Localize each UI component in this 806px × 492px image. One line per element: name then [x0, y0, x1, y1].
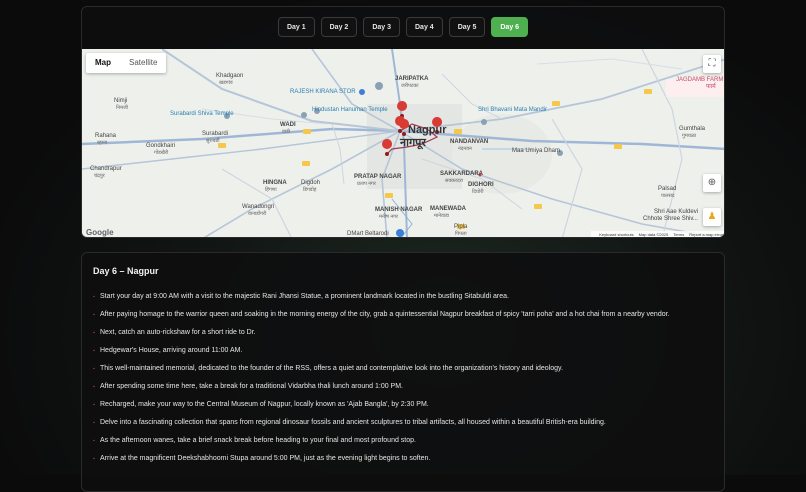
map-label: HINGNA — [263, 180, 287, 186]
tab-day-2[interactable]: Day 2 — [320, 17, 358, 37]
map-label: NANDANVAN — [450, 139, 489, 145]
list-item: Hedgewar's House, arriving around 11:00 … — [93, 344, 713, 357]
map-label: Gondkhairi — [146, 143, 176, 149]
map-label: Khadgaon — [216, 73, 244, 79]
map-label: Chhote Shree Shiv... — [643, 216, 698, 222]
tab-day-1[interactable]: Day 1 — [277, 17, 315, 37]
map-label: सक्करदरा — [445, 178, 463, 184]
map-label: रहाना — [97, 140, 108, 146]
map-label: दिघोरी — [472, 189, 484, 195]
map-label: Maa Umiya Dham — [512, 148, 561, 154]
map-label: निमजी — [116, 105, 129, 111]
map-label: JARIPATKA — [395, 76, 429, 82]
map-label: पिपला — [455, 231, 467, 237]
map-label: मानेवाडा — [434, 213, 450, 219]
map-label: पालसद — [661, 193, 675, 199]
list-item: Delve into a fascinating collection that… — [93, 416, 713, 429]
map-data-label: Map data ©2025 — [638, 232, 669, 237]
map-label: Shri Bhavani Mata Mandir — [478, 107, 548, 113]
map-label: फार्म — [706, 84, 716, 90]
pegman-icon[interactable]: ♟ — [703, 208, 721, 226]
route-map[interactable]: Map Satellite ⛶ ⊕ ♟ Khadgaon खडगांव Nimji… — [82, 49, 724, 237]
day-tabs: Day 1 Day 2 Day 3 Day 4 Day 5 Day 6 — [82, 17, 724, 37]
map-attribution: Keyboard shortcuts Map data ©2025 Terms Rep… — [591, 231, 724, 237]
map-label: वानाडोंगरी — [248, 211, 267, 217]
map-type-satellite-button[interactable]: Satellite — [120, 53, 166, 73]
map-label: Shri Aae Kuldevi — [654, 209, 699, 215]
map-label: DMart Beltarodi — [347, 231, 389, 237]
list-item: As the afternoon wanes, take a brief sna… — [93, 434, 713, 447]
itinerary-card: Day 6 – Nagpur Start your day at 9:00 AM… — [81, 252, 725, 492]
map-label: MANEWADA — [430, 206, 466, 212]
day-planner-card: Day 1 Day 2 Day 3 Day 4 Day 5 Day 6 Map … — [81, 6, 725, 238]
map-city-label-nagpur-hi: नागपूर — [400, 137, 426, 149]
map-city-label-nagpur: Nagpur — [408, 124, 447, 136]
keyboard-shortcuts-link[interactable]: Keyboard shortcuts — [599, 232, 633, 237]
list-item: Start your day at 9:00 AM with a visit t… — [93, 290, 713, 303]
map-type-control: Map Satellite — [86, 53, 167, 73]
itinerary-list: Start your day at 9:00 AM with a visit t… — [93, 290, 713, 471]
tab-day-5[interactable]: Day 5 — [448, 17, 486, 37]
map-label: DIGHORI — [468, 182, 494, 188]
itinerary-title: Day 6 – Nagpur — [93, 266, 159, 276]
report-map-error-link[interactable]: Report a map error — [689, 232, 723, 237]
map-label: डिगडोह — [303, 187, 317, 193]
map-label: मनीष नगर — [379, 214, 398, 220]
map-label: वाडी — [282, 129, 291, 135]
map-label: Rahana — [95, 133, 117, 139]
map-pan-control-icon[interactable]: ⊕ — [703, 174, 721, 192]
google-logo: Google — [86, 228, 114, 237]
map-label: Digdoh — [301, 180, 321, 186]
map-label: Surabardi Shiva Temple — [170, 111, 234, 117]
map-label: खडगांव — [219, 80, 233, 86]
list-item: After spending some time here, take a br… — [93, 380, 713, 393]
map-label: RAJESH KIRANA STOR — [290, 89, 356, 95]
fullscreen-icon[interactable]: ⛶ — [703, 55, 721, 73]
list-item: Arrive at the magnificent Deekshabhoomi … — [93, 452, 713, 465]
map-label: नंदनवन — [458, 146, 472, 152]
map-label: जरीपटका — [401, 83, 419, 89]
map-label: Nimji — [114, 98, 128, 104]
map-label: JAGDAMB FARM — [676, 77, 724, 83]
map-label: सुराबर्डी — [206, 138, 220, 144]
map-label: Hindustan Hanuman Temple — [312, 107, 388, 113]
map-label: Surabardi — [202, 131, 229, 137]
map-label: गुमथळा — [682, 133, 697, 139]
map-label: Chandrapur — [90, 166, 122, 172]
map-label: Gumthala — [679, 126, 706, 132]
map-label: गोंडखैरी — [154, 150, 169, 156]
list-item: Next, catch an auto-rickshaw for a short… — [93, 326, 713, 339]
map-type-map-button[interactable]: Map — [86, 53, 120, 73]
tab-day-3[interactable]: Day 3 — [363, 17, 400, 37]
tab-day-6[interactable]: Day 6 — [491, 17, 529, 37]
map-label: Wanadongri — [242, 204, 275, 210]
map-label: WADI — [280, 122, 296, 128]
tab-day-4[interactable]: Day 4 — [406, 17, 443, 37]
list-item: This well-maintained memorial, dedicated… — [93, 362, 713, 375]
map-label: Pipla — [454, 224, 468, 230]
list-item: After paying homage to the warrior queen… — [93, 308, 713, 321]
map-label: हिंगणा — [265, 187, 277, 193]
list-item: Recharged, make your way to the Central … — [93, 398, 713, 411]
map-label: SAKKARDARA — [440, 171, 483, 177]
map-label: Palsad — [658, 186, 677, 192]
terms-link[interactable]: Terms — [673, 232, 684, 237]
map-label: प्रताप नगर — [357, 181, 376, 187]
map-label: चंद्रपुर — [94, 173, 105, 179]
map-label: PRATAP NAGAR — [354, 174, 402, 180]
map-label: MANISH NAGAR — [375, 207, 423, 213]
